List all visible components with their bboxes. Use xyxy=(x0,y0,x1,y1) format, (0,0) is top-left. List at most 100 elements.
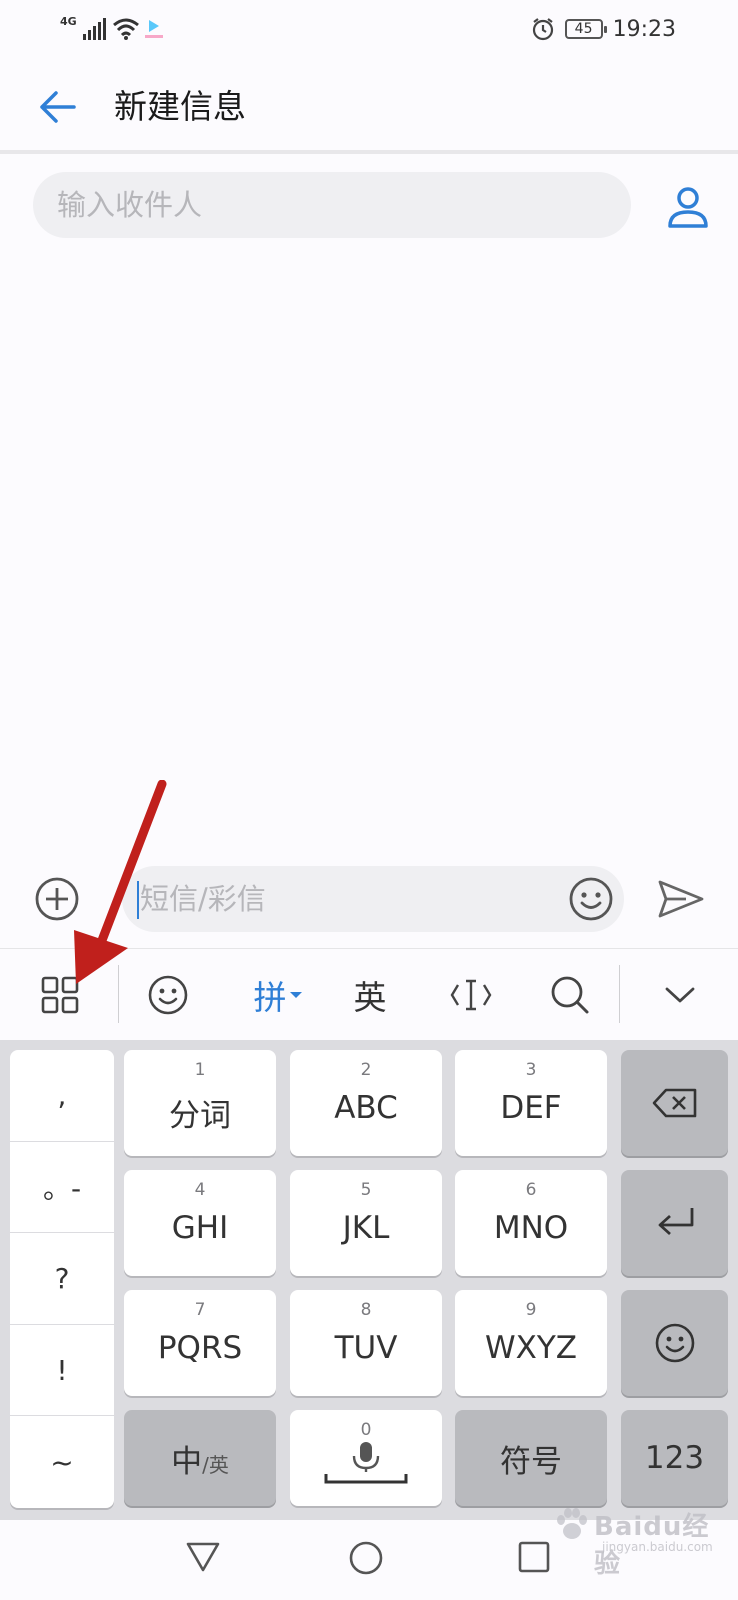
numbers-key[interactable]: 123 xyxy=(621,1410,728,1506)
symbols-key[interactable]: 符号 xyxy=(455,1410,607,1506)
key-number: 3 xyxy=(525,1060,537,1080)
key-5[interactable]: 5 JKL xyxy=(290,1170,442,1276)
key-3[interactable]: 3 DEF xyxy=(455,1050,607,1156)
key-number: 6 xyxy=(525,1180,537,1200)
key-number: 0 xyxy=(360,1420,372,1440)
alarm-icon xyxy=(532,18,553,41)
app-bar xyxy=(0,60,738,152)
key-label: MNO xyxy=(493,1210,569,1246)
key-label: PQRS xyxy=(157,1330,243,1366)
space-key[interactable]: 0 xyxy=(290,1410,442,1506)
send-icon[interactable] xyxy=(656,876,706,922)
toolbar-divider xyxy=(619,965,620,1023)
grid-menu-glyph xyxy=(41,976,79,1014)
dropdown-caret-icon xyxy=(289,992,302,998)
status-time: 19:23 xyxy=(612,16,676,42)
key-label: ABC xyxy=(334,1090,398,1126)
microphone-icon xyxy=(324,1442,408,1484)
key-label: GHI xyxy=(171,1210,229,1246)
search-glyph xyxy=(551,976,589,1014)
key-number: 1 xyxy=(194,1060,206,1080)
key-9[interactable]: 9 WXYZ xyxy=(455,1290,607,1396)
collapse-glyph xyxy=(665,987,695,1003)
signal-icon xyxy=(82,18,106,40)
key-label: TUV xyxy=(334,1330,398,1366)
english-mode-button[interactable]: 英 xyxy=(338,949,402,1041)
key-6[interactable]: 6 MNO xyxy=(455,1170,607,1276)
nav-recent-icon[interactable] xyxy=(517,1540,551,1574)
plus-circle-icon[interactable] xyxy=(34,876,80,922)
backspace-icon xyxy=(621,1050,728,1156)
punct-key[interactable]: ! xyxy=(10,1325,114,1417)
watermark: Baidu经验 jingyan.baidu.com xyxy=(552,1500,722,1579)
arrow-left-icon[interactable] xyxy=(34,84,80,130)
key-2[interactable]: 2 ABC xyxy=(290,1050,442,1156)
punct-key[interactable]: ~ xyxy=(10,1416,114,1508)
battery-level: 45 xyxy=(574,21,593,37)
keyboard: , 。- ? ! ~ 1 分词 2 ABC 3 DEF 4 GHI 5 JKL … xyxy=(0,1040,738,1520)
paw-logo-icon xyxy=(557,1508,587,1539)
backspace-glyph xyxy=(652,1088,696,1118)
grid-menu-icon[interactable] xyxy=(30,949,90,1041)
punct-key[interactable]: , xyxy=(10,1050,114,1142)
status-bar: 4G 45 19:23 xyxy=(0,0,738,60)
emoji-icon[interactable] xyxy=(138,949,198,1041)
person-icon[interactable] xyxy=(664,184,712,232)
key-8[interactable]: 8 TUV xyxy=(290,1290,442,1396)
key-number: 7 xyxy=(194,1300,206,1320)
lang-switch-label: 中/英 xyxy=(124,1410,276,1506)
search-icon[interactable] xyxy=(540,949,600,1041)
key-label: DEF xyxy=(500,1090,562,1126)
toolbar-divider xyxy=(118,965,119,1023)
text-cursor xyxy=(137,881,139,919)
smiley-icon xyxy=(621,1290,728,1396)
smiley-icon[interactable] xyxy=(568,876,614,922)
enter-icon xyxy=(621,1170,728,1276)
battery-icon: 45 xyxy=(564,19,607,39)
numbers-label: 123 xyxy=(644,1440,705,1476)
watermark-url: jingyan.baidu.com xyxy=(602,1540,713,1554)
key-4[interactable]: 4 GHI xyxy=(124,1170,276,1276)
cursor-glyph xyxy=(450,979,492,1011)
pinyin-mode-button[interactable]: 拼 xyxy=(238,949,318,1041)
emoji-glyph xyxy=(148,975,188,1015)
backspace-key[interactable] xyxy=(621,1050,728,1156)
english-label: 英 xyxy=(353,978,387,1017)
pinyin-label: 拼 xyxy=(253,978,287,1017)
punct-key[interactable]: ? xyxy=(10,1233,114,1325)
punctuation-column: , 。- ? ! ~ xyxy=(10,1050,114,1508)
status-left: 4G xyxy=(60,14,163,44)
page-title: 新建信息 xyxy=(114,87,246,126)
message-placeholder: 短信/彩信 xyxy=(140,882,266,916)
lang-switch-key[interactable]: 中/英 xyxy=(124,1410,276,1506)
key-number: 4 xyxy=(194,1180,206,1200)
key-1[interactable]: 1 分词 xyxy=(124,1050,276,1156)
wifi-icon xyxy=(112,18,139,40)
cursor-icon[interactable] xyxy=(440,949,502,1041)
enter-key[interactable] xyxy=(621,1170,728,1276)
key-label: JKL xyxy=(342,1210,390,1246)
key-number: 8 xyxy=(360,1300,372,1320)
nav-home-icon[interactable] xyxy=(348,1540,384,1576)
status-right: 45 19:23 xyxy=(531,14,676,44)
keyboard-toolbar: 拼 英 xyxy=(0,948,738,1040)
collapse-icon[interactable] xyxy=(650,949,710,1041)
punct-key[interactable]: 。- xyxy=(10,1142,114,1234)
key-label: WXYZ xyxy=(484,1330,578,1366)
key-7[interactable]: 7 PQRS xyxy=(124,1290,276,1396)
key-label: 分词 xyxy=(169,1098,231,1134)
network-type: 4G xyxy=(60,14,77,28)
smiley-glyph xyxy=(655,1323,694,1363)
recipient-input[interactable] xyxy=(33,172,631,238)
lang-sub: /英 xyxy=(202,1452,229,1477)
recipient-field-container xyxy=(33,172,631,238)
nav-back-icon[interactable] xyxy=(186,1540,220,1574)
lang-main: 中 xyxy=(171,1443,203,1480)
key-number: 5 xyxy=(360,1180,372,1200)
symbols-label: 符号 xyxy=(500,1443,562,1480)
header-divider xyxy=(0,150,738,154)
emoji-key[interactable] xyxy=(621,1290,728,1396)
enter-glyph xyxy=(658,1208,693,1236)
key-number: 2 xyxy=(360,1060,372,1080)
message-input[interactable]: 短信/彩信 xyxy=(122,866,624,932)
